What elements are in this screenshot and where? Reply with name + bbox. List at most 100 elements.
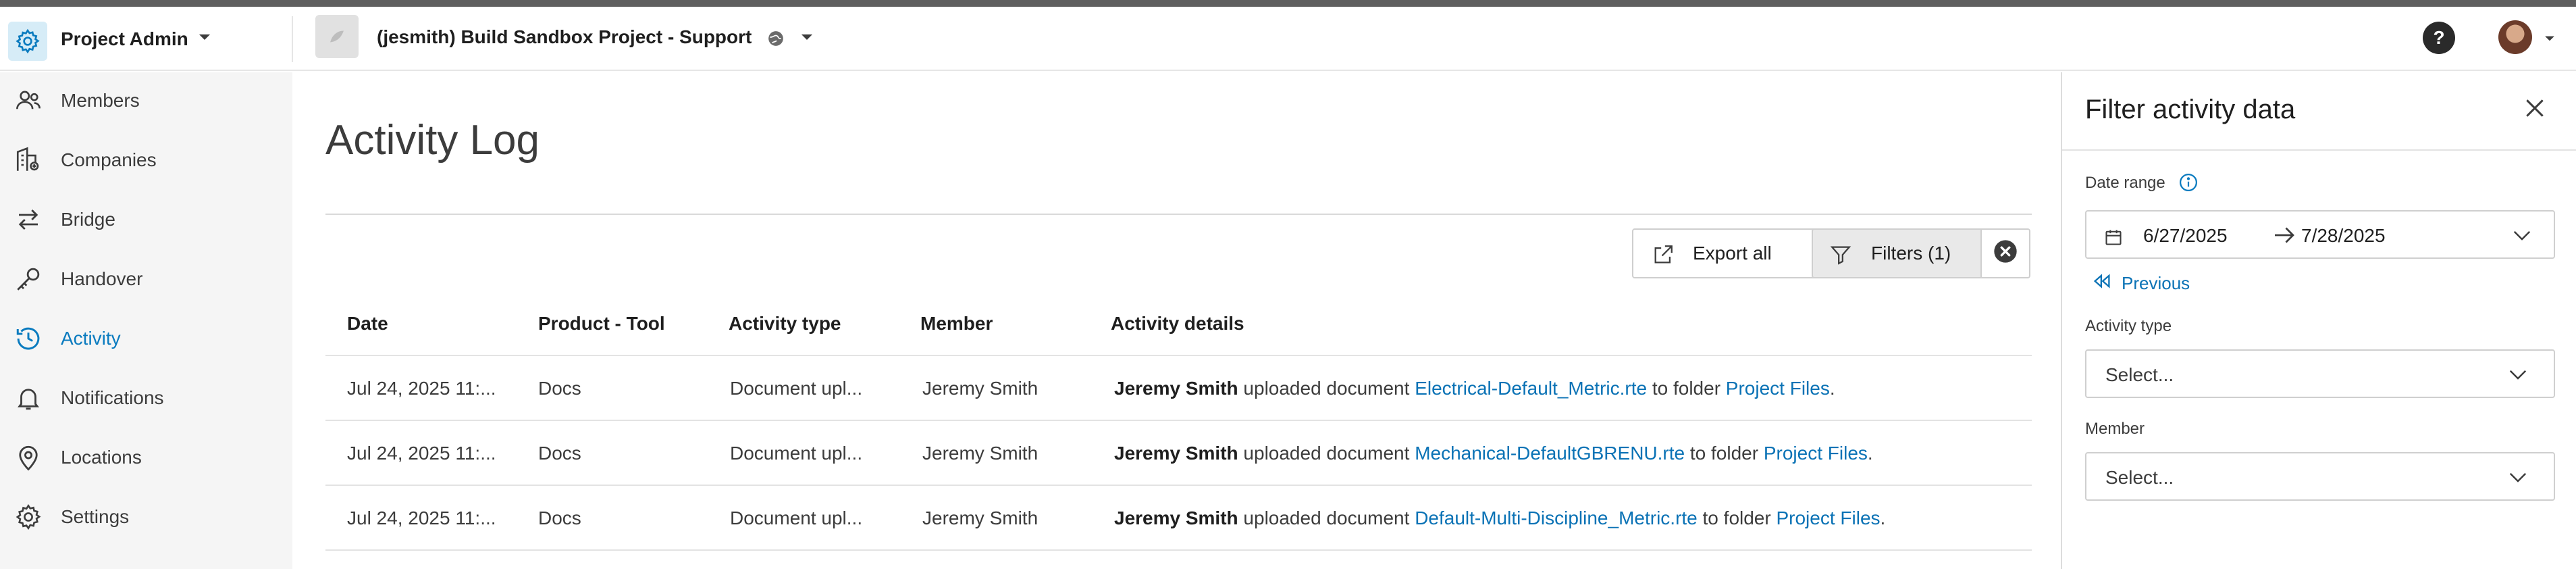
cell-activity-type: Document upl... (730, 378, 863, 399)
sidebar-item-label: Locations (61, 447, 142, 468)
cell-product: Docs (538, 443, 581, 464)
sidebar-item-handover[interactable]: Handover (0, 253, 292, 305)
sidebar-item-locations[interactable]: Locations (0, 432, 292, 483)
date-range-label: Date range (2085, 174, 2165, 192)
detail-to-folder: to folder (1702, 508, 1771, 528)
cell-activity-details: Jeremy Smith uploaded document Mechanica… (1114, 443, 1873, 464)
sidebar-item-notifications[interactable]: Notifications (0, 372, 292, 424)
document-link[interactable]: Mechanical-DefaultGBRENU.rte (1415, 443, 1685, 464)
detail-to-folder: to folder (1652, 378, 1721, 399)
detail-action: uploaded document (1243, 508, 1410, 528)
sidebar: Members Companies Bridge Handover Activi… (0, 72, 292, 569)
companies-icon (12, 144, 45, 176)
header-divider (292, 16, 293, 62)
window-top-strip (0, 0, 2576, 7)
table-header-divider (325, 355, 2032, 356)
previous-label: Previous (2122, 273, 2190, 293)
cell-activity-type: Document upl... (730, 508, 863, 528)
clear-filters-button[interactable] (1980, 228, 2030, 278)
filter-funnel-icon (1828, 243, 1854, 271)
detail-actor: Jeremy Smith (1114, 508, 1238, 528)
bridge-icon (12, 203, 45, 236)
folder-link[interactable]: Project Files (1764, 443, 1868, 464)
member-select[interactable]: Select... (2085, 452, 2555, 501)
sidebar-item-label: Bridge (61, 209, 115, 230)
gear-icon (12, 501, 45, 533)
date-to-field[interactable]: 7/28/2025 (2301, 225, 2386, 247)
cell-date: Jul 24, 2025 11:... (347, 443, 496, 464)
calendar-icon (2104, 228, 2123, 250)
cell-activity-details: Jeremy Smith uploaded document Default-M… (1114, 508, 1885, 529)
row-divider (325, 420, 2032, 421)
app-switcher-caret-icon[interactable] (197, 32, 212, 45)
detail-action: uploaded document (1243, 443, 1410, 464)
column-header-date[interactable]: Date (347, 313, 388, 335)
cell-member: Jeremy Smith (922, 443, 1039, 464)
sidebar-item-companies[interactable]: Companies (0, 134, 292, 186)
user-avatar[interactable] (2498, 20, 2532, 54)
title-divider (325, 214, 2032, 215)
column-header-member[interactable]: Member (920, 313, 993, 335)
column-header-activity-details[interactable]: Activity details (1111, 313, 1244, 335)
date-from-field[interactable]: 6/27/2025 (2143, 225, 2228, 247)
cell-activity-type: Document upl... (730, 443, 863, 464)
filters-button[interactable]: Filters (1) (1812, 228, 1980, 278)
document-link[interactable]: Default-Multi-Discipline_Metric.rte (1415, 508, 1698, 528)
document-link[interactable]: Electrical-Default_Metric.rte (1415, 378, 1647, 399)
activity-type-select[interactable]: Select... (2085, 349, 2555, 398)
sidebar-item-label: Notifications (61, 387, 164, 408)
cell-activity-details: Jeremy Smith uploaded document Electrica… (1114, 378, 1835, 399)
location-pin-icon (12, 441, 45, 474)
chevron-down-icon (2508, 367, 2528, 387)
cell-member: Jeremy Smith (922, 508, 1039, 528)
folder-link[interactable]: Project Files (1776, 508, 1880, 528)
sidebar-item-settings[interactable]: Settings (0, 491, 292, 543)
sidebar-item-label: Members (61, 90, 140, 111)
row-divider (325, 549, 2032, 551)
info-icon[interactable] (2178, 172, 2199, 196)
sidebar-item-members[interactable]: Members (0, 75, 292, 126)
cell-product: Docs (538, 508, 581, 528)
help-icon[interactable]: ? (2423, 22, 2455, 54)
sidebar-item-bridge[interactable]: Bridge (0, 194, 292, 245)
member-placeholder: Select... (2105, 467, 2174, 488)
member-label: Member (2085, 420, 2145, 438)
page-title: Activity Log (325, 117, 540, 164)
app-title[interactable]: Project Admin (61, 28, 188, 50)
activity-type-placeholder: Select... (2105, 364, 2174, 385)
detail-action: uploaded document (1243, 378, 1410, 399)
filter-panel-title: Filter activity data (2085, 95, 2296, 124)
date-range-picker[interactable]: 6/27/2025 7/28/2025 (2085, 210, 2555, 259)
row-divider (325, 485, 2032, 486)
sidebar-item-label: Handover (61, 268, 143, 289)
clear-circle-x-icon (1992, 238, 2019, 270)
cell-date: Jul 24, 2025 11:... (347, 508, 496, 528)
export-all-label: Export all (1693, 243, 1772, 264)
detail-to-folder: to folder (1689, 443, 1759, 464)
chevron-down-icon (2508, 470, 2528, 489)
sidebar-item-label: Activity (61, 328, 121, 349)
filter-panel: Filter activity data Date range 6/27/202… (2061, 72, 2576, 569)
sidebar-item-label: Settings (61, 506, 130, 527)
project-title[interactable]: (jesmith) Build Sandbox Project - Suppor… (377, 26, 752, 48)
folder-link[interactable]: Project Files (1726, 378, 1830, 399)
project-switcher-caret-icon[interactable] (799, 32, 814, 45)
project-admin-gear-icon[interactable] (8, 22, 47, 61)
project-thumbnail[interactable] (315, 15, 359, 58)
rewind-icon (2092, 273, 2112, 294)
activity-type-label: Activity type (2085, 317, 2172, 335)
filter-panel-divider (2062, 149, 2576, 151)
close-icon[interactable] (2521, 95, 2548, 125)
user-menu-caret-icon[interactable] (2543, 34, 2556, 46)
detail-end: . (1880, 508, 1886, 528)
detail-end: . (1867, 443, 1873, 464)
column-header-activity-type[interactable]: Activity type (729, 313, 841, 335)
key-icon (12, 263, 45, 295)
globe-icon (767, 30, 785, 51)
previous-period-link[interactable]: Previous (2092, 273, 2190, 294)
cell-date: Jul 24, 2025 11:... (347, 378, 496, 399)
chevron-down-icon (2512, 228, 2532, 247)
column-header-product-tool[interactable]: Product - Tool (538, 313, 665, 335)
cell-member: Jeremy Smith (922, 378, 1039, 399)
sidebar-item-activity[interactable]: Activity (0, 313, 292, 364)
